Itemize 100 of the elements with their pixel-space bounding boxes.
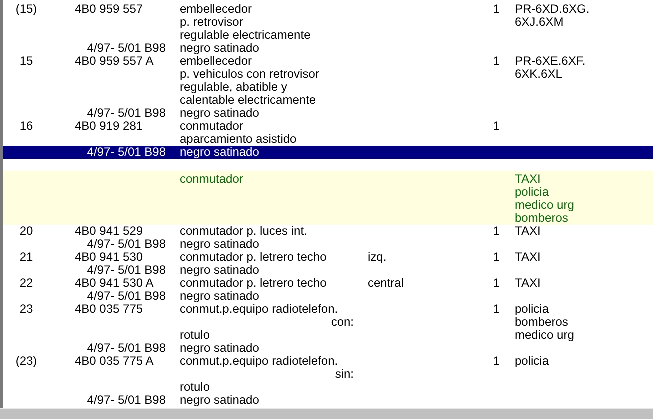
- list-row[interactable]: p. vehiculos con retrovisor 6XK.6XL: [3, 68, 653, 81]
- remark-text: TAXI: [514, 251, 542, 264]
- quantity: 1: [492, 303, 501, 316]
- part-description: negro satinado: [179, 264, 260, 277]
- validity-date: 4/97- 5/01 B98: [86, 394, 167, 407]
- list-row[interactable]: 20 4B0 941 529 conmutador p. luces int. 1 TAXI: [3, 225, 653, 238]
- part-description: negro satinado: [179, 146, 260, 159]
- remark-text: policia: [514, 355, 550, 368]
- part-description: negro satinado: [179, 107, 260, 120]
- part-description: regulable, abatible y: [179, 81, 288, 94]
- remark-text: 6XK.6XL: [514, 68, 564, 81]
- part-description: negro satinado: [179, 290, 260, 303]
- list-row[interactable]: rotulo medico urg: [3, 329, 653, 342]
- part-number: 4B0 035 775: [74, 303, 144, 316]
- list-row[interactable]: 4/97- 5/01 B98 negro satinado: [3, 146, 653, 159]
- item-number: (15): [14, 3, 38, 16]
- part-description: conmutador p. letrero techo: [179, 251, 328, 264]
- list-row[interactable]: 22 4B0 941 530 A conmutador p. letrero techo central 1 TAXI: [3, 277, 653, 290]
- quantity: 1: [492, 120, 501, 133]
- list-row[interactable]: 15 4B0 959 557 A embellecedor 1 PR-6XE.6XF.: [3, 55, 653, 68]
- part-description: conmutador p. luces int.: [179, 225, 308, 238]
- group-row[interactable]: conmutador TAXI policia medico urg bomberos: [3, 171, 653, 225]
- list-row[interactable]: aparcamiento asistido: [3, 133, 653, 146]
- list-row[interactable]: 4/97- 5/01 B98 negro satinado: [3, 290, 653, 303]
- quantity: 1: [492, 225, 501, 238]
- position-note: izq.: [367, 251, 388, 264]
- list-row[interactable]: regulable electricamente: [3, 29, 653, 42]
- validity-date: 4/97- 5/01 B98: [86, 238, 167, 251]
- list-row[interactable]: p. retrovisor 6XJ.6XM: [3, 16, 653, 29]
- part-description: conmutador p. letrero techo: [179, 277, 328, 290]
- part-description: embellecedor: [179, 3, 254, 16]
- list-row[interactable]: 4/97- 5/01 B98 negro satinado: [3, 264, 653, 277]
- description-label: sin:: [334, 368, 355, 381]
- part-description: regulable electricamente: [179, 29, 312, 42]
- part-description: negro satinado: [179, 394, 260, 407]
- list-row[interactable]: 4/97- 5/01 B98 negro satinado: [3, 238, 653, 251]
- remark-text: policia: [514, 303, 550, 316]
- part-description: conmutador: [179, 173, 244, 188]
- quantity: 1: [492, 277, 501, 290]
- part-number: 4B0 919 281: [74, 120, 144, 133]
- list-row[interactable]: 23 4B0 035 775 conmut.p.equipo radiotelefon. 1 policia: [3, 303, 653, 316]
- remark-text: medico urg: [515, 199, 576, 212]
- item-number: 22: [18, 277, 34, 290]
- quantity: 1: [492, 55, 501, 68]
- remark-text: PR-6XE.6XF.: [514, 55, 587, 68]
- list-row[interactable]: (23) 4B0 035 775 A conmut.p.equipo radiotelefon. 1 policia: [3, 355, 653, 368]
- remark-text: 6XJ.6XM: [514, 16, 565, 29]
- quantity: 1: [492, 251, 501, 264]
- remark-text: PR-6XD.6XG.: [514, 3, 591, 16]
- validity-date: 4/97- 5/01 B98: [86, 107, 167, 120]
- list-row[interactable]: rotulo: [3, 381, 653, 394]
- item-number: 15: [18, 55, 34, 68]
- quantity: 1: [492, 3, 501, 16]
- list-row[interactable]: 21 4B0 941 530 conmutador p. letrero techo izq. 1 TAXI: [3, 251, 653, 264]
- list-row[interactable]: 4/97- 5/01 B98 negro satinado: [3, 107, 653, 120]
- item-number: (23): [14, 355, 38, 368]
- remark-text: TAXI: [514, 225, 542, 238]
- remark-text: TAXI: [515, 173, 542, 186]
- list-row[interactable]: 4/97- 5/01 B98 negro satinado: [3, 342, 653, 355]
- list-row[interactable]: regulable, abatible y: [3, 81, 653, 94]
- item-number: 20: [18, 225, 34, 238]
- position-note: central: [367, 277, 406, 290]
- list-row[interactable]: 4/97- 5/01 B98 negro satinado: [3, 394, 653, 407]
- list-row[interactable]: calentable electricamente: [3, 94, 653, 107]
- item-number: 23: [18, 303, 34, 316]
- validity-date: 4/97- 5/01 B98: [86, 290, 167, 303]
- part-description: rotulo: [179, 381, 212, 394]
- list-row[interactable]: 16 4B0 919 281 conmutador 1: [3, 120, 653, 133]
- list-row[interactable]: sin:: [3, 368, 653, 381]
- part-number: 4B0 941 530: [74, 251, 144, 264]
- validity-date: 4/97- 5/01 B98: [86, 146, 167, 159]
- part-description: conmut.p.equipo radiotelefon.: [179, 303, 340, 316]
- part-description: calentable electricamente: [179, 94, 318, 107]
- list-row[interactable]: (15) 4B0 959 557 embellecedor 1 PR-6XD.6XG.: [3, 3, 653, 16]
- part-description: conmut.p.equipo radiotelefon.: [179, 355, 340, 368]
- remark-text: medico urg: [514, 329, 576, 342]
- part-number: 4B0 959 557 A: [74, 55, 155, 68]
- validity-date: 4/97- 5/01 B98: [86, 42, 167, 55]
- list-row[interactable]: con: bomberos: [3, 316, 653, 329]
- part-description: rotulo: [179, 329, 212, 342]
- part-number: 4B0 941 530 A: [74, 277, 155, 290]
- remark-text: bomberos: [515, 212, 568, 225]
- list-row[interactable]: 4/97- 5/01 B98 negro satinado: [3, 42, 653, 55]
- remark-text: TAXI: [514, 277, 542, 290]
- part-number: 4B0 941 529: [74, 225, 144, 238]
- part-description: aparcamiento asistido: [179, 133, 298, 146]
- remark-text: bomberos: [514, 316, 570, 329]
- item-number: 16: [18, 120, 34, 133]
- part-description: negro satinado: [179, 42, 260, 55]
- item-number: 21: [18, 251, 34, 264]
- part-description: negro satinado: [179, 342, 260, 355]
- description-label: con:: [330, 316, 355, 329]
- validity-date: 4/97- 5/01 B98: [86, 342, 167, 355]
- part-number: 4B0 959 557: [74, 3, 144, 16]
- part-description: conmutador: [179, 120, 244, 133]
- remark-text: policia: [515, 186, 550, 199]
- part-description: negro satinado: [179, 238, 260, 251]
- part-description: p. vehiculos con retrovisor: [179, 68, 320, 81]
- quantity: 1: [492, 355, 501, 368]
- validity-date: 4/97- 5/01 B98: [86, 264, 167, 277]
